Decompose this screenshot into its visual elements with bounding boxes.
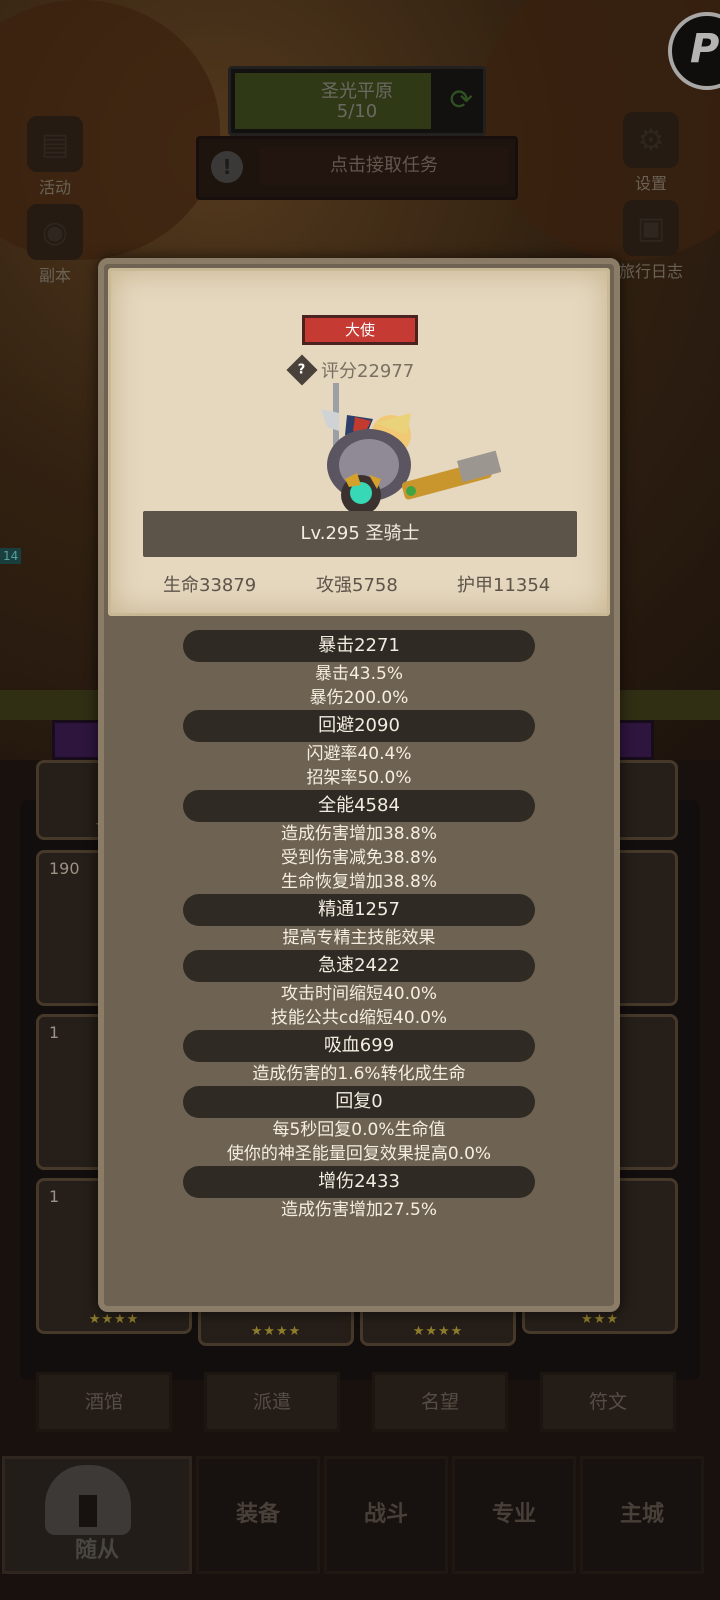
stat-header: 回避2090 (183, 710, 535, 742)
stat-detail-line: 使你的神圣能量回复效果提高0.0% (226, 1144, 492, 1164)
paladin-character-sprite (321, 383, 501, 515)
stat-header: 精通1257 (183, 894, 535, 926)
stat-detail-line: 生命恢复增加38.8% (280, 872, 437, 892)
hp-stat: 生命33879 (163, 575, 257, 596)
stat-detail-line: 造成伤害的1.6%转化成生命 (252, 1064, 466, 1084)
stat-detail-line: 闪避率40.4% (306, 744, 412, 764)
stat-detail-line: 每5秒回复0.0%生命值 (272, 1120, 446, 1140)
stat-detail-line: 暴伤200.0% (309, 688, 409, 708)
stat-detail-line: 造成伤害增加38.8% (280, 824, 437, 844)
level-class-bar: Lv.295 圣骑士 (143, 511, 577, 557)
character-summary-card: 大使 ? 评分22977 Lv.295 圣骑士 生命33879 攻强5758 护 (108, 268, 610, 616)
rank-badge: 大使 (302, 315, 418, 345)
help-icon[interactable]: ? (286, 354, 318, 386)
stat-detail-line: 受到伤害减免38.8% (280, 848, 437, 868)
stat-header: 吸血699 (183, 1030, 535, 1062)
stat-detail-line: 技能公共cd缩短40.0% (270, 1008, 448, 1028)
score-row: ? 评分22977 (286, 354, 415, 386)
secondary-stats-list: 暴击2271 暴击43.5% 暴伤200.0% 回避2090 闪避率40.4% 招架率50… (104, 630, 614, 1222)
stat-header: 增伤2433 (183, 1166, 535, 1198)
stat-detail-line: 提高专精主技能效果 (282, 928, 436, 948)
stat-header: 急速2422 (183, 950, 535, 982)
stat-header: 全能4584 (183, 790, 535, 822)
character-stats-modal: 大使 ? 评分22977 Lv.295 圣骑士 生命33879 攻强5758 护 (98, 258, 620, 1312)
stat-header: 回复0 (183, 1086, 535, 1118)
stat-detail-line: 暴击43.5% (314, 664, 403, 684)
stat-detail-line: 攻击时间缩短40.0% (280, 984, 437, 1004)
stat-header: 暴击2271 (183, 630, 535, 662)
score-value: 评分22977 (321, 361, 415, 382)
stat-detail-line: 造成伤害增加27.5% (280, 1200, 437, 1220)
stat-detail-line: 招架率50.0% (306, 768, 412, 788)
armor-stat: 护甲11354 (457, 575, 551, 596)
attack-power-stat: 攻强5758 (316, 575, 398, 596)
